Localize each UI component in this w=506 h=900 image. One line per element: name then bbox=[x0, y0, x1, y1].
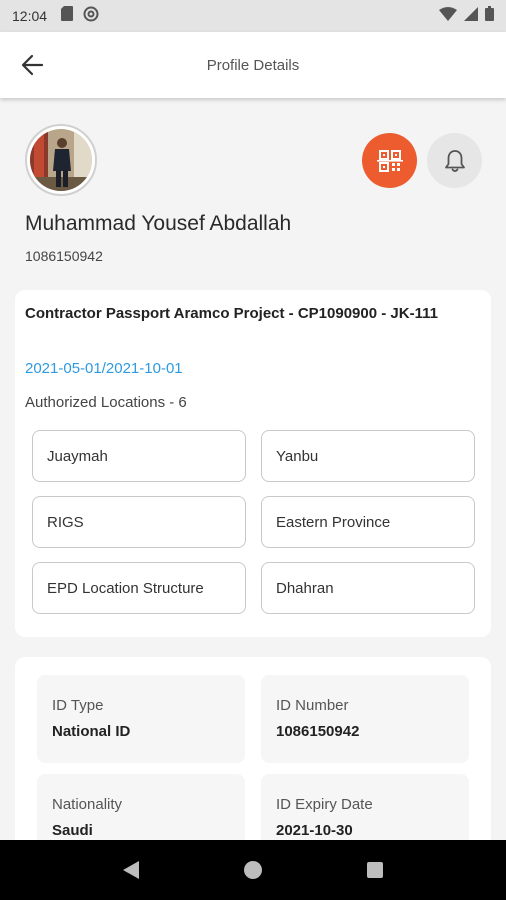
location-chip[interactable]: Juaymah bbox=[32, 430, 246, 482]
id-number-box: ID Number 1086150942 bbox=[261, 675, 469, 763]
authorized-locations-label: Authorized Locations - 6 bbox=[25, 394, 187, 411]
location-chip[interactable]: Yanbu bbox=[261, 430, 475, 482]
notifications-button[interactable] bbox=[427, 133, 482, 188]
id-expiry-box: ID Expiry Date 2021-10-30 bbox=[261, 774, 469, 840]
cell-signal-icon bbox=[464, 6, 478, 26]
person-photo bbox=[30, 129, 92, 191]
back-button[interactable] bbox=[20, 52, 50, 78]
bell-icon bbox=[444, 149, 465, 172]
avatar[interactable] bbox=[25, 124, 97, 196]
id-type-box: ID Type National ID bbox=[37, 675, 245, 763]
id-details-card: ID Type National ID ID Number 1086150942… bbox=[15, 657, 491, 840]
circle-home-icon bbox=[244, 861, 262, 879]
location-chip[interactable]: Dhahran bbox=[261, 562, 475, 614]
nationality-value: Saudi bbox=[52, 822, 93, 839]
nationality-box: Nationality Saudi bbox=[37, 774, 245, 840]
nav-recents-button[interactable] bbox=[355, 850, 395, 890]
location-chip[interactable]: RIGS bbox=[32, 496, 246, 548]
status-bar: 12:04 bbox=[0, 0, 506, 32]
id-number-value: 1086150942 bbox=[276, 723, 360, 740]
system-nav-bar bbox=[0, 840, 506, 900]
passport-title: Contractor Passport Aramco Project - CP1… bbox=[25, 305, 438, 322]
id-expiry-label: ID Expiry Date bbox=[276, 796, 373, 813]
status-time: 12:04 bbox=[12, 8, 48, 24]
location-chip[interactable]: Eastern Province bbox=[261, 496, 475, 548]
location-chip[interactable]: EPD Location Structure bbox=[32, 562, 246, 614]
nav-home-button[interactable] bbox=[233, 850, 273, 890]
content-area[interactable]: Muhammad Yousef Abdallah 1086150942 Cont… bbox=[0, 98, 506, 840]
status-left-icons bbox=[61, 6, 99, 27]
id-expiry-value: 2021-10-30 bbox=[276, 822, 353, 839]
sd-card-icon bbox=[61, 6, 74, 26]
qr-code-button[interactable] bbox=[362, 133, 417, 188]
wifi-icon bbox=[439, 6, 457, 26]
square-recents-icon bbox=[367, 862, 383, 878]
id-number-label: ID Number bbox=[276, 697, 349, 714]
at-sign-icon bbox=[83, 6, 99, 27]
id-type-value: National ID bbox=[52, 723, 131, 740]
page-title: Profile Details bbox=[206, 56, 300, 74]
passport-card: Contractor Passport Aramco Project - CP1… bbox=[15, 290, 491, 637]
triangle-back-icon bbox=[123, 861, 139, 879]
status-right-icons bbox=[439, 6, 494, 26]
id-type-label: ID Type bbox=[52, 697, 104, 714]
profile-id-number: 1086150942 bbox=[25, 248, 103, 264]
qr-code-icon bbox=[376, 149, 403, 172]
profile-name: Muhammad Yousef Abdallah bbox=[25, 212, 292, 235]
locations-grid: Juaymah Yanbu RIGS Eastern Province EPD … bbox=[32, 430, 475, 614]
battery-icon bbox=[485, 6, 494, 26]
nav-back-button[interactable] bbox=[111, 850, 151, 890]
arrow-left-icon bbox=[21, 54, 44, 76]
nationality-label: Nationality bbox=[52, 796, 123, 813]
passport-dates[interactable]: 2021-05-01/2021-10-01 bbox=[25, 360, 183, 377]
app-header: Profile Details bbox=[0, 32, 506, 98]
